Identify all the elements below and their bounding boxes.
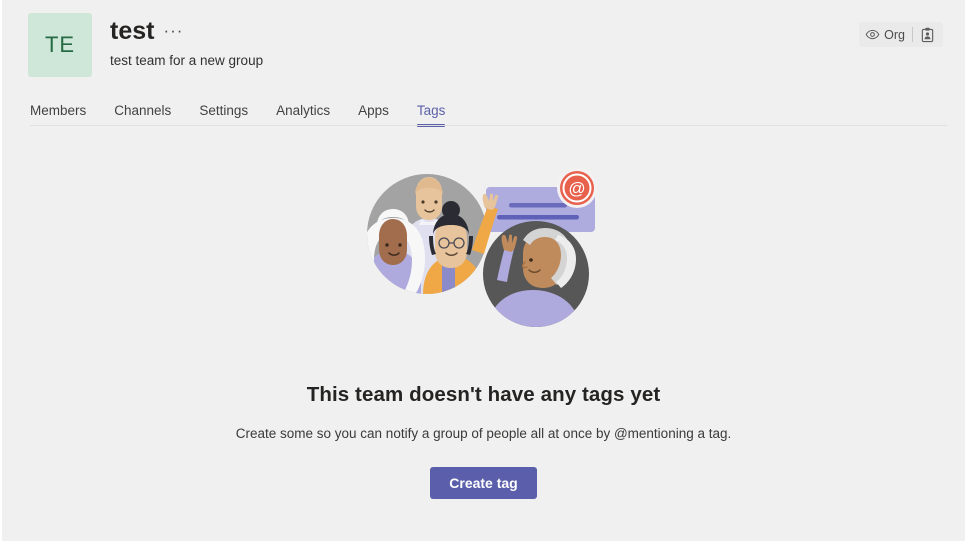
empty-state-title: This team doesn't have any tags yet <box>306 383 661 406</box>
tab-channels[interactable]: Channels <box>114 103 171 126</box>
clipboard-person-icon[interactable] <box>920 27 935 43</box>
eye-icon <box>865 27 880 42</box>
tab-settings[interactable]: Settings <box>199 103 248 126</box>
create-tag-button[interactable]: Create tag <box>430 467 537 499</box>
team-title-block: test ··· test team for a new group <box>110 12 263 69</box>
people-tag-mention-illustration: @ <box>359 162 609 337</box>
tab-bar: Members Channels Settings Analytics Apps… <box>2 96 965 127</box>
empty-state-subtitle: Create some so you can notify a group of… <box>235 426 732 441</box>
org-visibility-badge[interactable]: Org <box>859 22 943 47</box>
svg-text:@: @ <box>568 179 585 198</box>
divider <box>912 27 913 42</box>
team-avatar: TE <box>28 13 92 77</box>
tab-tags[interactable]: Tags <box>416 103 445 127</box>
tab-bar-divider <box>30 125 947 126</box>
team-avatar-initials: TE <box>44 32 76 57</box>
team-description: test team for a new group <box>110 52 264 68</box>
team-header: TE test ··· test team for a new group Or… <box>2 0 965 96</box>
tab-members[interactable]: Members <box>30 103 86 126</box>
tags-empty-state: @ This team doesn't have any tags yet Cr… <box>2 162 965 499</box>
team-tags-page: TE test ··· test team for a new group Or… <box>2 0 965 541</box>
page-title: test <box>110 17 155 45</box>
org-label: Org <box>884 27 905 42</box>
tab-apps[interactable]: Apps <box>358 103 389 126</box>
ellipsis-icon[interactable]: ··· <box>163 22 183 39</box>
tab-analytics[interactable]: Analytics <box>276 103 330 126</box>
